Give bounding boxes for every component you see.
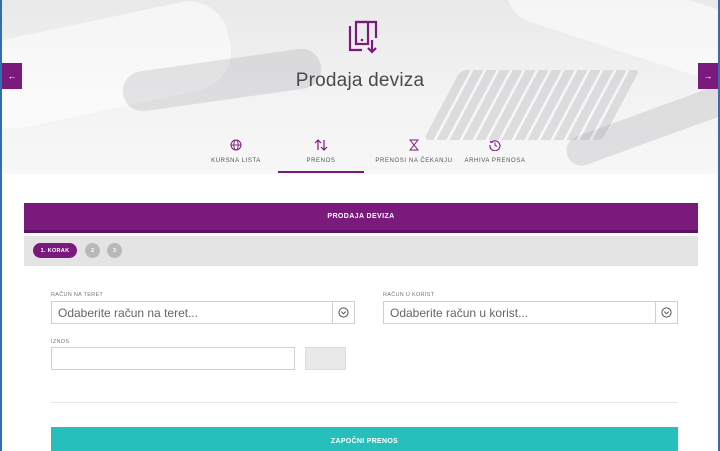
arrow-right-icon: → [703, 71, 713, 81]
chevron-down-icon [655, 302, 677, 323]
amount-label: IZNOS [51, 339, 70, 345]
transfer-form: RAČUN NA TERET Odaberite račun na teret.… [24, 266, 698, 451]
credit-account-label: RAČUN U KORIST [383, 292, 435, 298]
history-icon [488, 138, 502, 152]
globe-icon [229, 138, 243, 152]
hero-banner: Prodaja deviza ← → KURSNA LISTA PRENOS P… [2, 0, 718, 174]
steps-bar: 1. KORAK 2 3 [24, 236, 698, 266]
section-title: PRODAJA DEVIZA [327, 213, 395, 220]
phone-download-icon [342, 16, 382, 56]
tab-arhiva-prenosa[interactable]: ARHIVA PRENOSA [460, 138, 530, 174]
debit-account-select[interactable]: Odaberite račun na teret... [51, 301, 355, 324]
hourglass-icon [407, 138, 421, 152]
tab-label: PRENOS [306, 158, 336, 164]
app-frame: Prodaja deviza ← → KURSNA LISTA PRENOS P… [0, 0, 720, 451]
chevron-down-icon [332, 302, 354, 323]
amount-input[interactable] [51, 347, 295, 370]
currency-field [305, 347, 346, 370]
credit-account-select[interactable]: Odaberite račun u korist... [383, 301, 678, 324]
tab-label: PRENOSI NA ČEKANJU [375, 158, 453, 164]
tab-prenosi-na-cekanju[interactable]: PRENOSI NA ČEKANJU [368, 138, 460, 174]
section-header: PRODAJA DEVIZA [24, 203, 698, 233]
tab-prenos[interactable]: PRENOS [278, 138, 364, 174]
arrow-left-icon: ← [7, 71, 17, 81]
credit-account-placeholder: Odaberite račun u korist... [390, 306, 529, 320]
page-title: Prodaja deviza [295, 70, 425, 91]
form-divider [51, 402, 678, 403]
debit-account-label: RAČUN NA TERET [51, 292, 104, 298]
tab-kursna-lista[interactable]: KURSNA LISTA [198, 138, 274, 174]
next-arrow-button[interactable]: → [698, 63, 718, 89]
start-transfer-button[interactable]: ZAPOČNI PRENOS [51, 427, 678, 451]
step-2[interactable]: 2 [85, 243, 100, 258]
step-1-active[interactable]: 1. KORAK [33, 243, 77, 258]
step-3[interactable]: 3 [107, 243, 122, 258]
tab-bar: KURSNA LISTA PRENOS PRENOSI NA ČEKANJU A… [2, 138, 718, 174]
active-tab-indicator [278, 171, 364, 173]
transfer-arrows-icon [314, 138, 328, 152]
tab-label: ARHIVA PRENOSA [464, 158, 526, 164]
prev-arrow-button[interactable]: ← [2, 63, 22, 89]
tab-label: KURSNA LISTA [211, 158, 261, 164]
debit-account-placeholder: Odaberite račun na teret... [58, 306, 199, 320]
